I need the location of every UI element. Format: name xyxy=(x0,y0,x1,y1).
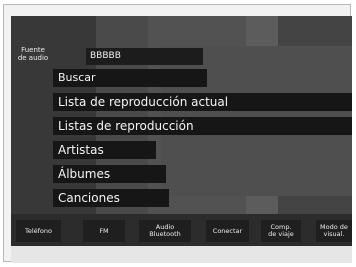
audio-screen: Fuente de audio BBBBB Buscar Lista de re… xyxy=(11,16,352,246)
display-frame: Fuente de audio BBBBB Buscar Lista de re… xyxy=(3,4,352,263)
audio-source-label: Fuente de audio xyxy=(17,46,49,62)
trip-computer-button-label: Comp. de viaje xyxy=(268,223,294,238)
bluetooth-audio-button[interactable]: Audio Bluetooth xyxy=(139,220,191,242)
audio-source-button[interactable]: Fuente de audio xyxy=(14,46,52,68)
trip-computer-button[interactable]: Comp. de viaje xyxy=(261,220,301,242)
bottom-bar: Teléfono FM Audio Bluetooth Conectar Com… xyxy=(11,214,352,246)
menu-item-songs[interactable]: Canciones xyxy=(53,189,169,207)
phone-button[interactable]: Teléfono xyxy=(16,220,61,242)
menu-item-albums[interactable]: Álbumes xyxy=(53,165,166,183)
display-mode-button[interactable]: Modo de visual. xyxy=(316,220,352,242)
menu-item-buscar[interactable]: Buscar xyxy=(53,69,207,87)
bluetooth-audio-button-label: Audio Bluetooth xyxy=(149,223,181,238)
menu-item-current-playlist[interactable]: Lista de reproducción actual xyxy=(53,93,352,111)
display-mode-button-label: Modo de visual. xyxy=(320,223,348,238)
fm-button[interactable]: FM xyxy=(83,220,125,242)
connect-button-label: Conectar xyxy=(212,226,243,235)
menu-item-playlists[interactable]: Listas de reproducción xyxy=(53,117,352,135)
phone-button-label: Teléfono xyxy=(24,226,53,235)
connect-button[interactable]: Conectar xyxy=(206,220,249,242)
menu-item-artists[interactable]: Artistas xyxy=(53,141,156,159)
source-name-display: BBBBB xyxy=(86,48,203,65)
screen-bottom-strip xyxy=(11,246,352,263)
fm-button-label: FM xyxy=(99,226,109,235)
